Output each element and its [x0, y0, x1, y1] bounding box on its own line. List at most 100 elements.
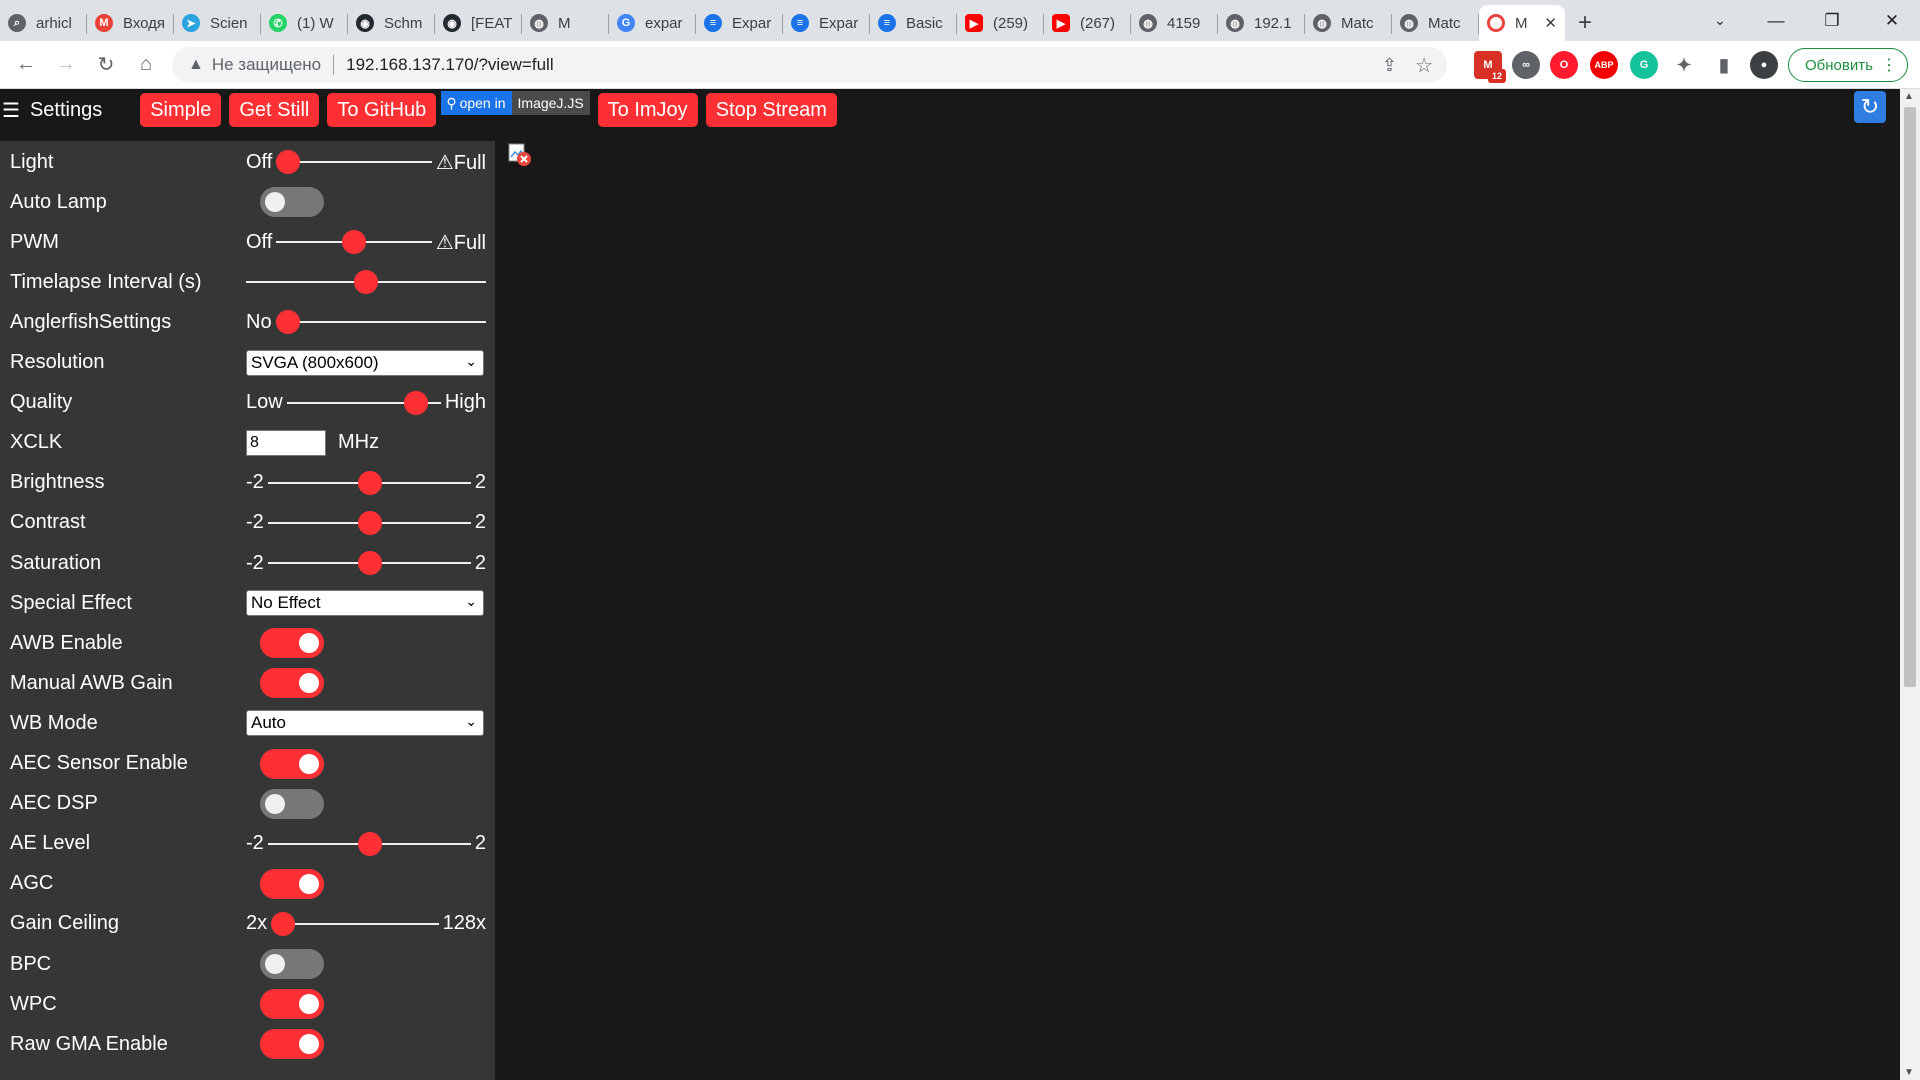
tab-12[interactable]: ▶ (267)	[1044, 5, 1131, 41]
bookmark-star-icon[interactable]: ☆	[1415, 53, 1433, 78]
reload-button[interactable]: ↻	[86, 45, 126, 85]
setting-row-bpc: BPC	[0, 944, 495, 984]
update-button[interactable]: Обновить ⋮	[1788, 48, 1908, 82]
slider-thumb[interactable]	[271, 911, 296, 936]
toggle-knob	[265, 793, 285, 814]
close-window-button[interactable]: ✕	[1864, 0, 1920, 41]
extension-mask-icon[interactable]: ∞	[1512, 51, 1540, 79]
globe-icon: ◍	[530, 14, 548, 32]
slider-thumb[interactable]	[357, 831, 382, 856]
slider-thumb[interactable]	[342, 230, 367, 255]
more-vert-icon[interactable]: ⋮	[1881, 55, 1897, 75]
tab-16[interactable]: ◍ Matc	[1392, 5, 1479, 41]
get-still-button[interactable]: Get Still	[229, 93, 320, 127]
tab-11[interactable]: ▶ (259)	[957, 5, 1044, 41]
awb-enable-toggle[interactable]	[260, 628, 324, 659]
toggle-knob	[299, 873, 319, 894]
wb-mode-select[interactable]: Auto ⌄	[246, 710, 484, 737]
slider-thumb[interactable]	[354, 270, 378, 295]
google-icon: G	[617, 14, 635, 32]
simple-button[interactable]: Simple	[140, 93, 222, 127]
tab-10[interactable]: ≡ Basic	[870, 5, 957, 41]
setting-row-resolution: Resolution SVGA (800x600) ⌄	[0, 343, 495, 383]
slider-thumb[interactable]	[357, 510, 382, 535]
tab-9[interactable]: ≡ Expar	[783, 5, 870, 41]
address-bar[interactable]: ▲ Не защищено 192.168.137.170/?view=full…	[172, 47, 1447, 83]
github-icon: ◉	[443, 14, 461, 32]
contrast-slider[interactable]	[267, 503, 471, 543]
auto-lamp-toggle[interactable]	[260, 187, 324, 218]
light-slider[interactable]	[276, 142, 432, 182]
tab-active[interactable]: M ✕	[1479, 5, 1565, 41]
special-effect-select[interactable]: No Effect ⌄	[246, 590, 484, 617]
tab-5[interactable]: ◉ [FEAT	[435, 5, 522, 41]
tab-search-icon[interactable]: ⌄	[1692, 0, 1748, 41]
saturation-slider[interactable]	[267, 543, 471, 583]
scroll-up-icon[interactable]: ▲	[1904, 91, 1914, 102]
adblock-icon[interactable]: ABP	[1590, 51, 1618, 79]
slider-thumb[interactable]	[357, 551, 382, 575]
manual-awb-gain-toggle[interactable]	[260, 668, 324, 699]
menu-toggle[interactable]: ☰ Settings	[2, 94, 102, 126]
tab-0[interactable]: ⌕ arhicl	[0, 5, 87, 41]
new-tab-button[interactable]: +	[1565, 5, 1605, 41]
tab-7[interactable]: Gexpar	[609, 5, 696, 41]
anglerfish-slider[interactable]	[275, 302, 486, 342]
maximize-button[interactable]: ❐	[1804, 0, 1860, 41]
setting-row-auto-lamp: Auto Lamp	[0, 182, 495, 222]
agc-toggle[interactable]	[260, 868, 324, 899]
saturation-max-label: 2	[474, 551, 486, 574]
page-scrollbar[interactable]: ▲ ▼	[1900, 89, 1920, 1080]
scroll-down-icon[interactable]: ▼	[1904, 1067, 1914, 1078]
tab-title: 192.1	[1254, 14, 1292, 32]
resolution-selected-value: SVGA (800x600)	[251, 352, 379, 372]
aec-sensor-toggle[interactable]	[260, 748, 324, 779]
to-imjoy-button[interactable]: To ImJoy	[597, 93, 698, 127]
tab-14[interactable]: ◍ 192.1	[1218, 5, 1305, 41]
slider-thumb[interactable]	[357, 470, 382, 495]
bpc-toggle[interactable]	[260, 949, 324, 979]
tab-4[interactable]: ◉ Schm	[348, 5, 435, 41]
ae-level-slider[interactable]	[267, 824, 471, 864]
setting-row-ae-level: AE Level -2 2	[0, 824, 495, 864]
wpc-toggle[interactable]	[260, 989, 324, 1020]
stop-stream-button[interactable]: Stop Stream	[705, 93, 837, 127]
quality-slider[interactable]	[286, 383, 441, 423]
gain-ceiling-slider[interactable]	[271, 904, 439, 944]
tab-title: Scien	[210, 14, 248, 32]
minimize-button[interactable]: —	[1748, 0, 1804, 41]
forward-button[interactable]: →	[46, 45, 86, 85]
tab-1[interactable]: M Входя	[87, 5, 174, 41]
close-tab-icon[interactable]: ✕	[1544, 14, 1557, 32]
open-imagej-button[interactable]: ⚲ open in ImageJ.JS	[441, 91, 590, 115]
profile-avatar[interactable]: ●	[1750, 51, 1778, 79]
timelapse-slider[interactable]	[246, 262, 486, 302]
raw-gma-toggle[interactable]	[260, 1029, 324, 1060]
home-button[interactable]: ⌂	[126, 45, 166, 85]
to-github-button[interactable]: To GitHub	[327, 93, 437, 127]
pwm-slider[interactable]	[276, 222, 432, 262]
xclk-input[interactable]: 8	[246, 429, 326, 456]
rotate-icon[interactable]: ↻	[1854, 91, 1886, 123]
slider-thumb[interactable]	[275, 310, 300, 335]
slider-thumb[interactable]	[276, 150, 301, 174]
tab-2[interactable]: ➤ Scien	[174, 5, 261, 41]
aec-dsp-toggle[interactable]	[260, 788, 324, 819]
tab-15[interactable]: ◍ Matc	[1305, 5, 1392, 41]
extensions-puzzle-icon[interactable]: ✦	[1670, 51, 1698, 79]
back-button[interactable]: ←	[6, 45, 46, 85]
broken-image-icon	[508, 143, 531, 166]
tab-3[interactable]: ✆ (1) W	[261, 5, 348, 41]
opera-extension-icon[interactable]: O	[1550, 51, 1578, 79]
share-icon[interactable]: ⇪	[1382, 55, 1397, 76]
slider-thumb[interactable]	[403, 390, 428, 415]
tab-6[interactable]: ◍ M	[522, 5, 609, 41]
grammarly-icon[interactable]: G	[1630, 51, 1658, 79]
tab-8[interactable]: ≡ Expar	[696, 5, 783, 41]
scrollbar-thumb[interactable]	[1904, 107, 1916, 687]
tab-title: (259)	[993, 14, 1029, 32]
tab-13[interactable]: ◍ 4159	[1131, 5, 1218, 41]
brightness-slider[interactable]	[267, 463, 471, 503]
resolution-select[interactable]: SVGA (800x600) ⌄	[246, 349, 484, 376]
side-panel-icon[interactable]: ▮	[1710, 51, 1738, 79]
